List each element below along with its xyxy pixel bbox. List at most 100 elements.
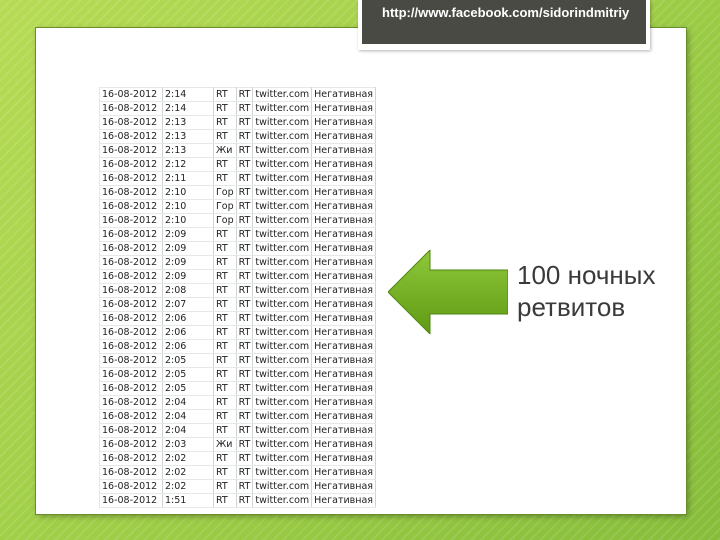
site-cell: twitter.com: [252, 87, 313, 102]
date-cell: 16-08-2012: [99, 143, 163, 158]
site-cell: twitter.com: [252, 283, 313, 298]
prefix-cell: RT: [213, 353, 237, 368]
rt-cell: RT: [236, 283, 254, 298]
site-cell: twitter.com: [252, 339, 313, 354]
prefix-cell: RT: [213, 255, 237, 270]
prefix-cell: RT: [213, 339, 237, 354]
date-cell: 16-08-2012: [99, 269, 163, 284]
site-cell: twitter.com: [252, 353, 313, 368]
table-row: 16-08-2012 2:10 Гор RT twitter.com Негативная: [99, 213, 376, 228]
time-cell: 2:07: [162, 297, 214, 312]
sentiment-cell: Негативная: [311, 171, 376, 186]
prefix-cell: Жи: [213, 437, 237, 452]
date-cell: 16-08-2012: [99, 129, 163, 144]
time-cell: 2:14: [162, 87, 214, 102]
table-row: 16-08-2012 2:13 RT RT twitter.com Негативная: [99, 115, 376, 130]
sentiment-cell: Негативная: [311, 325, 376, 340]
site-cell: twitter.com: [252, 493, 313, 508]
rt-cell: RT: [236, 297, 254, 312]
time-cell: 2:02: [162, 451, 214, 466]
time-cell: 2:04: [162, 409, 214, 424]
table-row: 16-08-2012 2:07 RT RT twitter.com Негативная: [99, 297, 376, 312]
date-cell: 16-08-2012: [99, 87, 163, 102]
site-cell: twitter.com: [252, 325, 313, 340]
site-cell: twitter.com: [252, 297, 313, 312]
prefix-cell: RT: [213, 283, 237, 298]
prefix-cell: Жи: [213, 143, 237, 158]
rt-cell: RT: [236, 353, 254, 368]
rt-cell: RT: [236, 213, 254, 228]
date-cell: 16-08-2012: [99, 395, 163, 410]
sentiment-cell: Негативная: [311, 143, 376, 158]
date-cell: 16-08-2012: [99, 479, 163, 494]
rt-cell: RT: [236, 465, 254, 480]
rt-cell: RT: [236, 367, 254, 382]
source-url-text: http://www.facebook.com/sidorindmitriy: [382, 5, 630, 20]
site-cell: twitter.com: [252, 129, 313, 144]
prefix-cell: RT: [213, 101, 237, 116]
site-cell: twitter.com: [252, 241, 313, 256]
sentiment-cell: Негативная: [311, 213, 376, 228]
prefix-cell: RT: [213, 409, 237, 424]
site-cell: twitter.com: [252, 213, 313, 228]
site-cell: twitter.com: [252, 423, 313, 438]
time-cell: 2:09: [162, 255, 214, 270]
rt-cell: RT: [236, 87, 254, 102]
prefix-cell: RT: [213, 171, 237, 186]
time-cell: 2:04: [162, 423, 214, 438]
sentiment-cell: Негативная: [311, 367, 376, 382]
sentiment-cell: Негативная: [311, 339, 376, 354]
date-cell: 16-08-2012: [99, 353, 163, 368]
time-cell: 2:05: [162, 367, 214, 382]
date-cell: 16-08-2012: [99, 213, 163, 228]
prefix-cell: RT: [213, 87, 237, 102]
rt-cell: RT: [236, 395, 254, 410]
prefix-cell: RT: [213, 451, 237, 466]
sentiment-cell: Негативная: [311, 101, 376, 116]
retweets-caption: 100 ночных ретвитов: [517, 260, 656, 322]
table-row: 16-08-2012 2:10 Гор RT twitter.com Негативная: [99, 199, 376, 214]
time-cell: 2:09: [162, 227, 214, 242]
rt-cell: RT: [236, 255, 254, 270]
time-cell: 2:13: [162, 129, 214, 144]
time-cell: 2:03: [162, 437, 214, 452]
prefix-cell: RT: [213, 381, 237, 396]
sentiment-cell: Негативная: [311, 381, 376, 396]
prefix-cell: RT: [213, 227, 237, 242]
table-row: 16-08-2012 2:09 RT RT twitter.com Негативная: [99, 241, 376, 256]
sentiment-cell: Негативная: [311, 465, 376, 480]
site-cell: twitter.com: [252, 437, 313, 452]
site-cell: twitter.com: [252, 101, 313, 116]
prefix-cell: RT: [213, 325, 237, 340]
sentiment-cell: Негативная: [311, 423, 376, 438]
sentiment-cell: Негативная: [311, 479, 376, 494]
sentiment-cell: Негативная: [311, 255, 376, 270]
slide-content-area: 16-08-2012 2:14 RT RT twitter.com Негативная 1…: [36, 28, 686, 514]
site-cell: twitter.com: [252, 269, 313, 284]
sentiment-cell: Негативная: [311, 297, 376, 312]
prefix-cell: RT: [213, 241, 237, 256]
table-row: 16-08-2012 2:08 RT RT twitter.com Негативная: [99, 283, 376, 298]
time-cell: 2:14: [162, 101, 214, 116]
prefix-cell: RT: [213, 311, 237, 326]
date-cell: 16-08-2012: [99, 381, 163, 396]
prefix-cell: RT: [213, 465, 237, 480]
table-row: 16-08-2012 1:51 RT RT twitter.com Негативная: [99, 493, 376, 508]
rt-cell: RT: [236, 115, 254, 130]
table-row: 16-08-2012 2:06 RT RT twitter.com Негативная: [99, 311, 376, 326]
retweets-table: 16-08-2012 2:14 RT RT twitter.com Негативная 1…: [99, 87, 376, 508]
sentiment-cell: Негативная: [311, 311, 376, 326]
table-row: 16-08-2012 2:06 RT RT twitter.com Негативная: [99, 339, 376, 354]
site-cell: twitter.com: [252, 115, 313, 130]
date-cell: 16-08-2012: [99, 409, 163, 424]
table-row: 16-08-2012 2:05 RT RT twitter.com Негативная: [99, 367, 376, 382]
site-cell: twitter.com: [252, 185, 313, 200]
table-row: 16-08-2012 2:04 RT RT twitter.com Негативная: [99, 409, 376, 424]
time-cell: 2:06: [162, 311, 214, 326]
prefix-cell: RT: [213, 395, 237, 410]
sentiment-cell: Негативная: [311, 87, 376, 102]
rt-cell: RT: [236, 479, 254, 494]
time-cell: 2:10: [162, 185, 214, 200]
prefix-cell: RT: [213, 367, 237, 382]
site-cell: twitter.com: [252, 157, 313, 172]
